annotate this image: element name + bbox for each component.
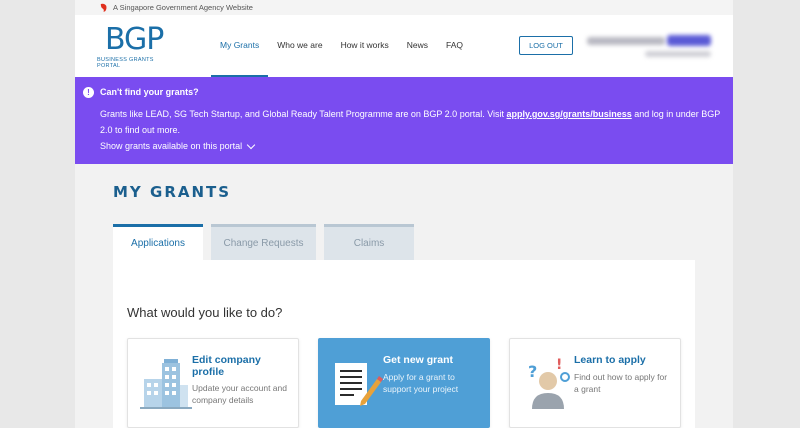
lion-head-icon bbox=[100, 3, 107, 12]
card-title: Edit company profile bbox=[192, 354, 261, 378]
card-title: Get new grant bbox=[383, 354, 454, 366]
card-description: Apply for a grant to support your projec… bbox=[383, 372, 459, 394]
grant-tabs: Applications Change Requests Claims bbox=[113, 224, 414, 260]
info-icon: ! bbox=[83, 87, 94, 98]
svg-text:!: ! bbox=[556, 357, 562, 373]
main-nav: My Grants Who we are How it works News F… bbox=[211, 15, 472, 77]
card-description: Find out how to apply for a grant bbox=[574, 372, 668, 394]
document-pen-icon bbox=[335, 363, 383, 406]
banner-title: Can't find your grants? bbox=[100, 87, 199, 97]
logo-text: BGP bbox=[105, 22, 164, 57]
get-new-grant-card[interactable]: Get new grant Apply for a grant to suppo… bbox=[318, 338, 490, 428]
nav-faq[interactable]: FAQ bbox=[437, 15, 472, 77]
bgp2-portal-link[interactable]: apply.gov.sg/grants/business bbox=[507, 109, 632, 119]
nav-my-grants[interactable]: My Grants bbox=[211, 15, 269, 77]
card-description: Update your account and company details bbox=[192, 383, 287, 405]
person-question-icon: ? ! bbox=[528, 357, 570, 409]
page: A Singapore Government Agency Website BG… bbox=[75, 0, 733, 428]
show-grants-label: Show grants available on this portal bbox=[100, 141, 243, 151]
gov-masthead-text: A Singapore Government Agency Website bbox=[113, 3, 253, 12]
nav-who-we-are[interactable]: Who we are bbox=[268, 15, 331, 77]
page-title: MY GRANTS bbox=[113, 183, 232, 201]
action-prompt: What would you like to do? bbox=[127, 305, 283, 320]
user-name-redacted bbox=[587, 37, 665, 45]
tab-change-requests[interactable]: Change Requests bbox=[211, 224, 316, 260]
svg-text:?: ? bbox=[528, 362, 537, 381]
tab-applications[interactable]: Applications bbox=[113, 224, 203, 260]
user-badge-redacted bbox=[667, 35, 711, 46]
card-title: Learn to apply bbox=[574, 354, 646, 366]
edit-company-profile-card[interactable]: Edit company profile Update your account… bbox=[127, 338, 299, 428]
logout-button[interactable]: LOG OUT bbox=[519, 36, 573, 55]
logo-subtitle: BUSINESS GRANTS PORTAL bbox=[97, 57, 154, 69]
gov-masthead: A Singapore Government Agency Website bbox=[75, 0, 733, 15]
user-account-info[interactable] bbox=[587, 35, 713, 61]
info-banner: ! Can't find your grants? Grants like LE… bbox=[75, 77, 733, 164]
nav-news[interactable]: News bbox=[398, 15, 437, 77]
bgp-logo[interactable]: BGP BUSINESS GRANTS PORTAL bbox=[97, 22, 177, 70]
tab-claims[interactable]: Claims bbox=[324, 224, 414, 260]
site-header: BGP BUSINESS GRANTS PORTAL My Grants Who… bbox=[75, 15, 733, 77]
user-company-redacted bbox=[645, 51, 711, 57]
banner-body-prefix: Grants like LEAD, SG Tech Startup, and G… bbox=[100, 109, 507, 119]
chevron-down-icon bbox=[246, 140, 256, 149]
nav-how-it-works[interactable]: How it works bbox=[332, 15, 398, 77]
show-grants-toggle[interactable]: Show grants available on this portal bbox=[100, 140, 256, 151]
learn-to-apply-card[interactable]: ? ! Learn to apply Find out how to apply… bbox=[509, 338, 681, 428]
applications-panel: What would you like to do? Edit company … bbox=[113, 260, 695, 428]
banner-body: Grants like LEAD, SG Tech Startup, and G… bbox=[100, 106, 725, 138]
building-icon bbox=[140, 359, 192, 409]
